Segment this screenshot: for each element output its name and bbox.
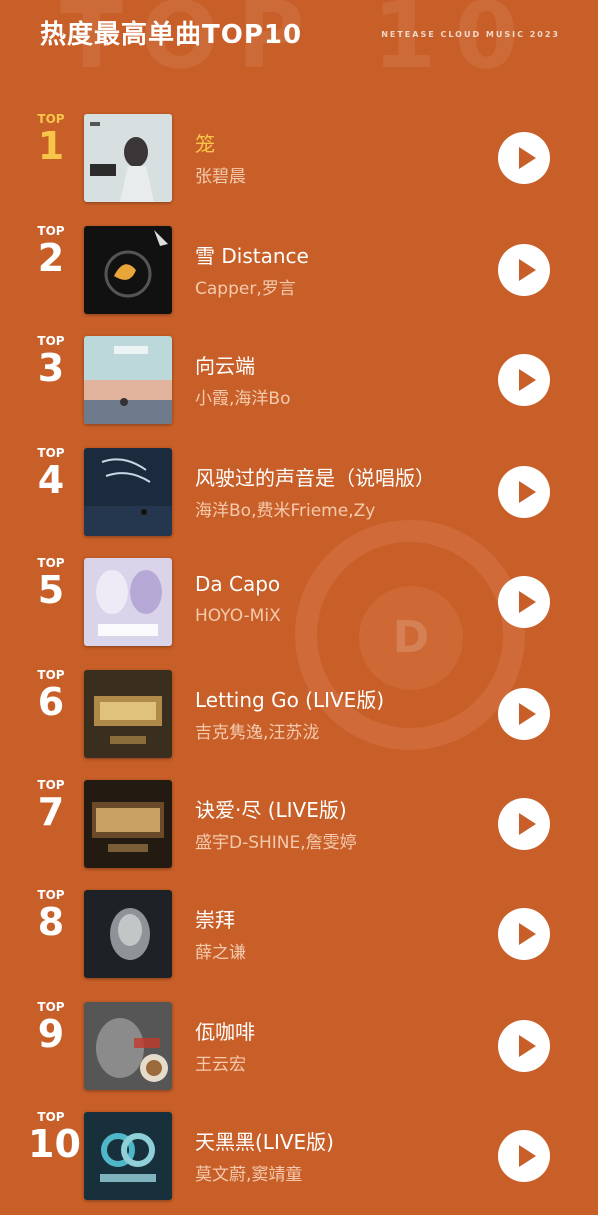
play-button[interactable] xyxy=(498,1130,550,1182)
song-artist: 薛之谦 xyxy=(195,943,246,963)
song-title: Letting Go (LIVE版) xyxy=(195,688,385,712)
song-artist: Capper,罗言 xyxy=(195,279,296,299)
song-artist: 莫文蔚,窦靖童 xyxy=(195,1165,303,1185)
brand-label: NETEASE CLOUD MUSIC 2023 xyxy=(381,30,560,39)
page-title: 热度最高单曲TOP10 xyxy=(40,20,303,50)
song-artist: 盛宇D-SHINE,詹雯婷 xyxy=(195,833,357,853)
song-row-7[interactable]: TOP 7 诀爱·尽 (LIVE版) 盛宇D-SHINE,詹雯婷 xyxy=(0,776,598,872)
rank-number: 9 xyxy=(37,1012,65,1056)
album-cover[interactable] xyxy=(84,670,172,758)
song-artist: 吉克隽逸,汪苏泷 xyxy=(195,723,320,743)
play-icon xyxy=(519,703,536,725)
play-button[interactable] xyxy=(498,908,550,960)
album-cover[interactable] xyxy=(84,558,172,646)
header: 热度最高单曲TOP10 NETEASE CLOUD MUSIC 2023 xyxy=(40,14,580,54)
song-row-3[interactable]: TOP 3 向云端 小霞,海洋Bo xyxy=(0,332,598,428)
rank-number: 10 xyxy=(28,1122,81,1166)
rank-badge: TOP 4 xyxy=(28,446,74,500)
play-button[interactable] xyxy=(498,688,550,740)
song-row-1[interactable]: TOP 1 笼 张碧晨 xyxy=(0,110,598,206)
song-artist: 王云宏 xyxy=(195,1055,246,1075)
song-row-9[interactable]: TOP 9 佤咖啡 王云宏 xyxy=(0,998,598,1094)
album-cover[interactable] xyxy=(84,448,172,536)
rank-badge: TOP 10 xyxy=(28,1110,81,1166)
song-title: 雪 Distance xyxy=(195,244,309,268)
rank-badge: TOP 3 xyxy=(28,334,74,388)
play-button[interactable] xyxy=(498,244,550,296)
play-icon xyxy=(519,147,536,169)
song-row-6[interactable]: TOP 6 Letting Go (LIVE版) 吉克隽逸,汪苏泷 xyxy=(0,666,598,762)
play-icon xyxy=(519,1035,536,1057)
song-artist: 张碧晨 xyxy=(195,167,246,187)
song-title: 风驶过的声音是（说唱版） xyxy=(195,466,435,490)
rank-badge: TOP 1 xyxy=(28,112,74,166)
song-title: 佤咖啡 xyxy=(195,1020,255,1044)
song-row-8[interactable]: TOP 8 崇拜 薛之谦 xyxy=(0,886,598,982)
album-cover[interactable] xyxy=(84,1002,172,1090)
rank-number: 4 xyxy=(37,458,65,502)
song-title: Da Capo xyxy=(195,572,281,596)
rank-badge: TOP 6 xyxy=(28,668,74,722)
song-title: 向云端 xyxy=(195,354,255,378)
rank-badge: TOP 5 xyxy=(28,556,74,610)
song-row-5[interactable]: TOP 5 Da Capo HOYO-MiX xyxy=(0,554,598,650)
album-cover[interactable] xyxy=(84,226,172,314)
rank-number: 8 xyxy=(37,900,65,944)
rank-badge: TOP 9 xyxy=(28,1000,74,1054)
album-cover[interactable] xyxy=(84,780,172,868)
rank-badge: TOP 2 xyxy=(28,224,74,278)
rank-badge: TOP 8 xyxy=(28,888,74,942)
rank-number: 3 xyxy=(37,346,65,390)
song-row-2[interactable]: TOP 2 雪 Distance Capper,罗言 xyxy=(0,222,598,318)
album-cover[interactable] xyxy=(84,114,172,202)
rank-number: 6 xyxy=(37,680,65,724)
song-title: 笼 xyxy=(195,132,215,156)
play-icon xyxy=(519,259,536,281)
play-button[interactable] xyxy=(498,1020,550,1072)
play-icon xyxy=(519,923,536,945)
song-row-4[interactable]: TOP 4 风驶过的声音是（说唱版） 海洋Bo,费米Frieme,Zy xyxy=(0,444,598,540)
play-icon xyxy=(519,369,536,391)
play-button[interactable] xyxy=(498,798,550,850)
album-cover[interactable] xyxy=(84,890,172,978)
album-cover[interactable] xyxy=(84,1112,172,1200)
rank-number: 2 xyxy=(37,236,65,280)
rank-number: 7 xyxy=(37,790,65,834)
rank-badge: TOP 7 xyxy=(28,778,74,832)
song-artist: 海洋Bo,费米Frieme,Zy xyxy=(195,501,376,521)
play-icon xyxy=(519,481,536,503)
play-icon xyxy=(519,591,536,613)
play-button[interactable] xyxy=(498,132,550,184)
play-button[interactable] xyxy=(498,576,550,628)
play-button[interactable] xyxy=(498,354,550,406)
song-artist: 小霞,海洋Bo xyxy=(195,389,291,409)
play-icon xyxy=(519,1145,536,1167)
song-title: 崇拜 xyxy=(195,908,235,932)
song-row-10[interactable]: TOP 10 天黑黑(LIVE版) 莫文蔚,窦靖童 xyxy=(0,1108,598,1204)
rank-number: 5 xyxy=(37,568,65,612)
play-icon xyxy=(519,813,536,835)
song-artist: HOYO-MiX xyxy=(195,606,281,626)
song-title: 诀爱·尽 (LIVE版) xyxy=(195,798,347,822)
rank-number: 1 xyxy=(37,124,65,168)
play-button[interactable] xyxy=(498,466,550,518)
song-title: 天黑黑(LIVE版) xyxy=(195,1130,334,1154)
album-cover[interactable] xyxy=(84,336,172,424)
